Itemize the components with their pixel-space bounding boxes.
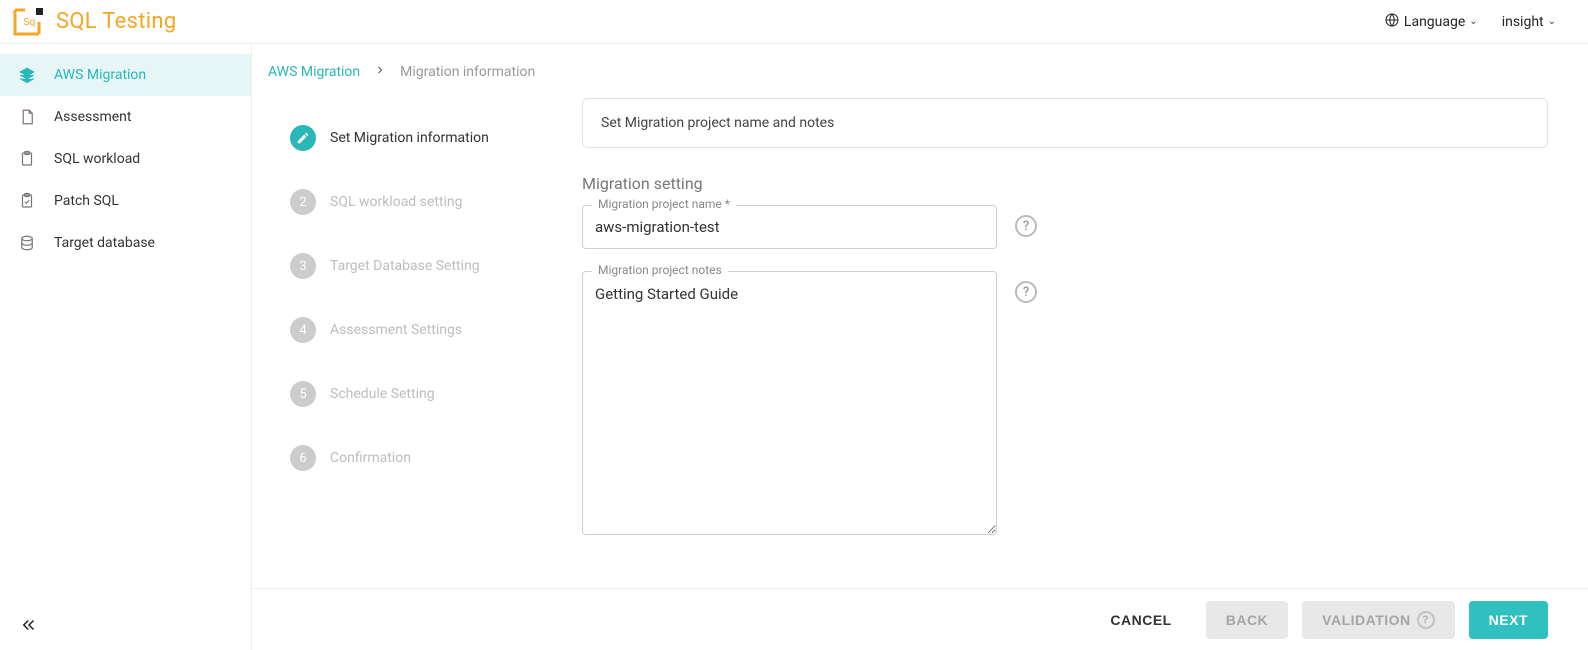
step-number-badge: 4 [290,317,316,343]
cancel-button[interactable]: CANCEL [1090,601,1191,639]
sidebar-item-target-database[interactable]: Target database [0,222,251,264]
breadcrumb: AWS Migration Migration information [252,44,1588,98]
step-number-badge: 3 [290,253,316,279]
sidebar-item-label: AWS Migration [54,67,146,83]
step-label: SQL workload setting [330,194,462,210]
sidebar-item-label: Patch SQL [54,193,119,209]
step-label: Schedule Setting [330,386,435,402]
step-assessment-settings[interactable]: 4 Assessment Settings [290,298,552,362]
breadcrumb-root[interactable]: AWS Migration [268,64,360,80]
step-label: Confirmation [330,450,411,466]
sidebar-item-label: Target database [54,235,155,251]
sidebar-collapse-button[interactable] [18,616,40,638]
project-notes-field: Migration project notes [582,271,997,539]
database-icon [18,234,36,252]
step-schedule-setting[interactable]: 5 Schedule Setting [290,362,552,426]
document-icon [18,108,36,126]
user-menu-label: insight [1502,14,1544,30]
sidebar-item-aws-migration[interactable]: AWS Migration [0,54,251,96]
validation-button[interactable]: VALIDATION ? [1302,601,1454,639]
form-panel: Set Migration project name and notes Mig… [582,98,1548,561]
globe-icon [1384,12,1400,32]
sidebar-item-patch-sql[interactable]: Patch SQL [0,180,251,222]
chevrons-left-icon [20,616,38,638]
sidebar-item-label: SQL workload [54,151,140,167]
section-title: Migration setting [582,174,1548,193]
help-icon[interactable]: ? [1015,215,1037,237]
help-icon: ? [1417,611,1435,629]
validation-label: VALIDATION [1322,612,1410,628]
clipboard-check-icon [18,192,36,210]
logo-mark-icon: Sq [12,7,46,37]
step-label: Target Database Setting [330,258,480,274]
language-menu[interactable]: Language ⌄ [1372,12,1490,32]
step-migration-info[interactable]: Set Migration information [290,106,552,170]
next-button[interactable]: NEXT [1469,601,1548,639]
pencil-icon [290,125,316,151]
step-confirmation[interactable]: 6 Confirmation [290,426,552,490]
project-notes-input[interactable] [582,271,997,535]
breadcrumb-current: Migration information [400,64,535,80]
step-sql-workload[interactable]: 2 SQL workload setting [290,170,552,234]
project-name-field: Migration project name * [582,205,997,249]
form-banner: Set Migration project name and notes [582,98,1548,148]
step-label: Assessment Settings [330,322,462,338]
sidebar-item-assessment[interactable]: Assessment [0,96,251,138]
svg-text:Sq: Sq [23,17,35,28]
project-notes-label: Migration project notes [592,263,728,277]
app-logo[interactable]: Sq SQL Testing [12,7,177,37]
content-area: AWS Migration Migration information Set … [252,44,1588,650]
step-target-database[interactable]: 3 Target Database Setting [290,234,552,298]
step-number-badge: 2 [290,189,316,215]
app-header: Sq SQL Testing Language ⌄ insight ⌄ [0,0,1588,44]
project-name-label: Migration project name * [592,197,736,211]
language-label: Language [1404,14,1465,30]
step-number-badge: 6 [290,445,316,471]
step-label: Set Migration information [330,130,489,146]
back-button[interactable]: BACK [1206,601,1288,639]
help-icon[interactable]: ? [1015,281,1037,303]
chevron-down-icon: ⌄ [1469,16,1477,27]
layers-icon [18,66,36,84]
step-number-badge: 5 [290,381,316,407]
chevron-down-icon: ⌄ [1548,16,1556,27]
chevron-right-icon [374,64,386,80]
clipboard-icon [18,150,36,168]
sidebar: AWS Migration Assessment SQL workload Pa… [0,44,252,650]
project-name-input[interactable] [582,205,997,249]
app-title: SQL Testing [56,9,177,34]
wizard-stepper: Set Migration information 2 SQL workload… [290,98,552,490]
wizard-footer: CANCEL BACK VALIDATION ? NEXT [252,588,1588,650]
sidebar-item-sql-workload[interactable]: SQL workload [0,138,251,180]
user-menu[interactable]: insight ⌄ [1490,14,1568,30]
sidebar-item-label: Assessment [54,109,131,125]
